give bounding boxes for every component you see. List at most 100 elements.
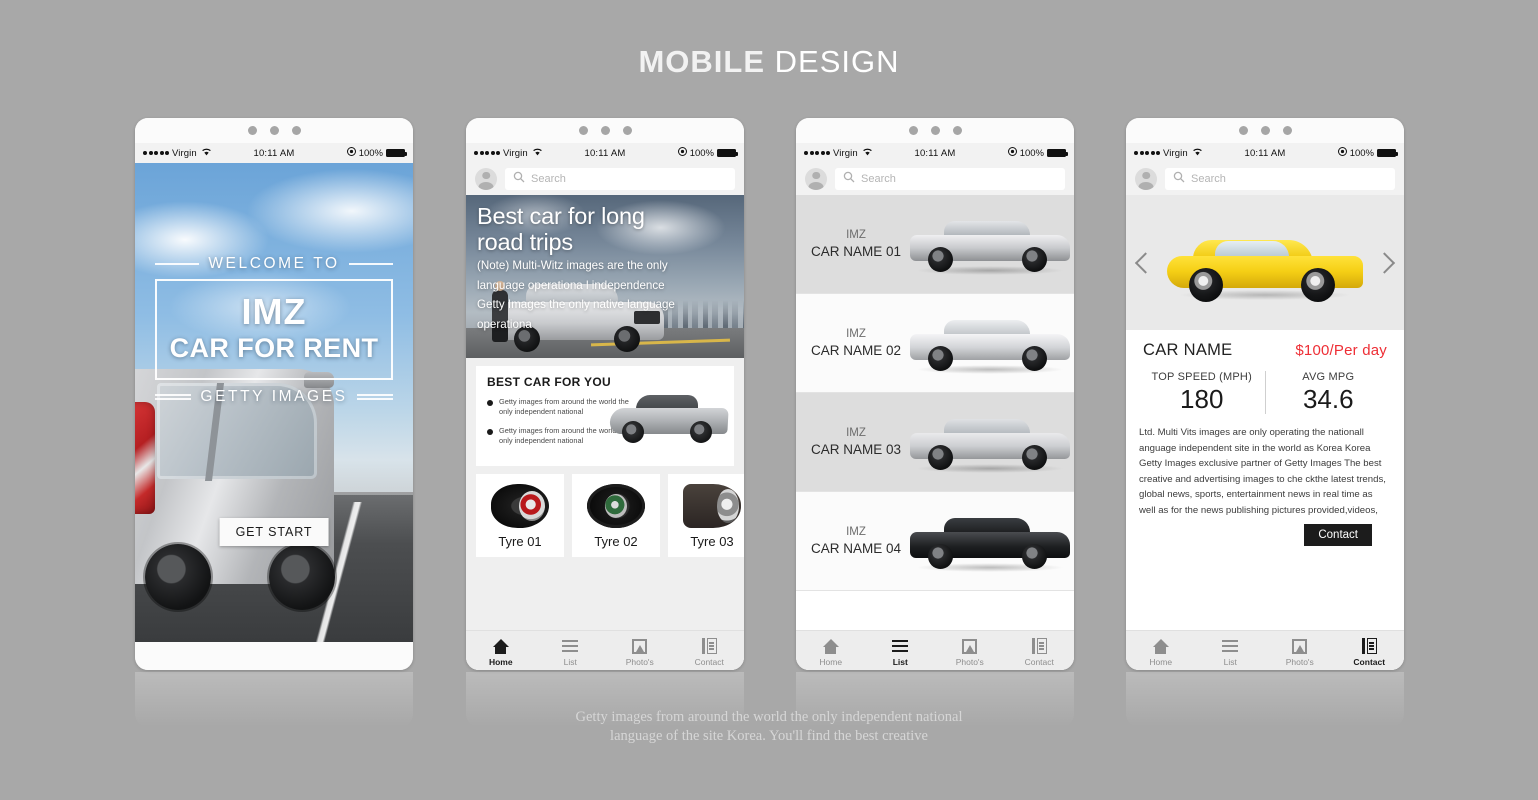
phone-mockup-3: Virgin 10:11 AM 100% Search IMZ CAR NAME…	[796, 118, 1074, 670]
tab-photos[interactable]: Photo's	[605, 638, 675, 667]
car-name: CAR NAME 03	[810, 442, 902, 457]
avatar[interactable]	[1135, 168, 1157, 190]
tab-home[interactable]: Home	[796, 638, 866, 667]
contact-icon	[1031, 638, 1047, 654]
welcome-top-rule: WELCOME TO	[155, 255, 394, 273]
tab-label: List	[1223, 657, 1237, 667]
avatar[interactable]	[805, 168, 827, 190]
car-shadow	[916, 266, 1064, 275]
tab-label: Contact	[1024, 657, 1054, 667]
tab-contact[interactable]: Contact	[1005, 638, 1075, 667]
brand-tagline: CAR FOR RENT	[169, 332, 379, 363]
tab-contact[interactable]: Contact	[675, 638, 745, 667]
hero-subtitle-line3: Getty Images the only native language	[477, 298, 675, 311]
tyre-image	[491, 484, 549, 528]
table-row[interactable]: IMZ CAR NAME 04	[796, 492, 1074, 591]
tyre-rim	[717, 489, 739, 523]
status-bar: Virgin 10:11 AM 100%	[135, 143, 413, 163]
status-bar-right: 100%	[1337, 147, 1398, 159]
tab-home[interactable]: Home	[1126, 638, 1196, 667]
search-icon	[1173, 170, 1185, 188]
best-car-title: BEST CAR FOR YOU	[487, 375, 611, 389]
tab-list[interactable]: List	[536, 638, 606, 667]
bottom-tab-bar: Home List Photo's Contact	[796, 630, 1074, 670]
search-input[interactable]: Search	[835, 168, 1065, 190]
speaker-dot	[1282, 126, 1292, 135]
phone-speaker-row	[466, 118, 744, 143]
hero-subtitle-line1: (Note) Multi-Witz images are the only	[477, 259, 668, 272]
battery-icon	[386, 149, 407, 157]
battery-icon	[717, 149, 738, 157]
tab-photos[interactable]: Photo's	[1265, 638, 1335, 667]
tab-photos[interactable]: Photo's	[935, 638, 1005, 667]
battery-percent-label: 100%	[689, 147, 714, 159]
avatar[interactable]	[475, 168, 497, 190]
phone-mockup-1: Virgin 10:11 AM 100% WELCOME TO IMZ CAR …	[135, 118, 413, 670]
tab-home[interactable]: Home	[466, 638, 536, 667]
speaker-dot	[952, 126, 962, 135]
car-meta: IMZ CAR NAME 02	[806, 327, 906, 359]
hero-subtitle-line4: operationa	[477, 317, 532, 331]
tyre-label: Tyre 03	[690, 534, 734, 549]
speaker-dot	[1260, 126, 1270, 135]
page-title: CAR NAME	[1143, 341, 1233, 359]
tab-list[interactable]: List	[866, 638, 936, 667]
car-thumbnail	[906, 504, 1070, 578]
search-input[interactable]: Search	[505, 168, 735, 190]
battery-percent-label: 100%	[1349, 147, 1374, 159]
footer-line-2: language of the site Korea. You'll find …	[610, 728, 928, 744]
speaker-dot	[291, 126, 301, 135]
sports-car-wheel	[622, 421, 644, 443]
speaker-dot	[600, 126, 610, 135]
phone-mockup-2: Virgin 10:11 AM 100% Search Best car for…	[466, 118, 744, 670]
tyre-carousel[interactable]: Tyre 01 Tyre 02 Tyre 03	[466, 466, 744, 567]
page-title-light: DESIGN	[765, 44, 900, 79]
home-scroll-area[interactable]: Best car for long road trips (Note) Mult…	[466, 195, 744, 670]
battery-icon	[1377, 149, 1398, 157]
home-icon	[822, 638, 839, 654]
welcome-label: WELCOME TO	[208, 255, 340, 272]
alarm-icon	[677, 147, 687, 159]
rule-double-line	[356, 393, 393, 400]
hero-text-block: Best car for long road trips (Note) Mult…	[477, 203, 734, 333]
table-row[interactable]: IMZ CAR NAME 03	[796, 393, 1074, 492]
photo-icon	[632, 638, 648, 654]
search-icon	[513, 170, 525, 188]
speaker-dot	[269, 126, 279, 135]
contact-button[interactable]: Contact	[1304, 523, 1372, 546]
chevron-left-icon[interactable]	[1134, 251, 1157, 274]
status-bar-right: 100%	[346, 147, 407, 159]
table-row[interactable]: IMZ CAR NAME 01	[796, 195, 1074, 294]
car-shadow	[916, 563, 1064, 572]
car-list[interactable]: IMZ CAR NAME 01 IMZ CAR NAME 02 IMZ CAR …	[796, 195, 1074, 670]
search-input[interactable]: Search	[1165, 168, 1395, 190]
alarm-icon	[346, 147, 356, 159]
chevron-right-icon[interactable]	[1373, 251, 1396, 274]
best-car-card: BEST CAR FOR YOU Getty images from aroun…	[476, 366, 734, 466]
tab-label: Photo's	[1285, 657, 1314, 667]
get-start-button[interactable]: GET START	[219, 518, 329, 546]
car-thumbnail	[906, 306, 1070, 380]
alarm-icon	[1337, 147, 1347, 159]
welcome-bottom-rule: GETTY IMAGES	[155, 388, 393, 406]
list-icon	[1222, 638, 1239, 654]
search-bar: Search	[1126, 163, 1404, 195]
table-row[interactable]: IMZ CAR NAME 02	[796, 294, 1074, 393]
price-label: $100/Per day	[1295, 342, 1387, 359]
tyre-card[interactable]: Tyre 03	[668, 474, 744, 557]
car-shadow	[916, 365, 1064, 374]
car-photo	[910, 415, 1070, 473]
speaker-dot	[908, 126, 918, 135]
home-icon	[1152, 638, 1169, 654]
tab-contact[interactable]: Contact	[1335, 638, 1405, 667]
tyre-card[interactable]: Tyre 01	[476, 474, 564, 557]
tab-label: Home	[1149, 657, 1173, 667]
speaker-dot	[247, 126, 257, 135]
tab-list[interactable]: List	[1196, 638, 1266, 667]
status-bar: Virgin 10:11 AM 100%	[796, 143, 1074, 163]
car-brand: IMZ	[846, 427, 866, 439]
yellow-car-shadow	[1181, 289, 1349, 300]
tyre-card[interactable]: Tyre 02	[572, 474, 660, 557]
contact-icon	[701, 638, 717, 654]
status-bar: Virgin 10:11 AM 100%	[466, 143, 744, 163]
